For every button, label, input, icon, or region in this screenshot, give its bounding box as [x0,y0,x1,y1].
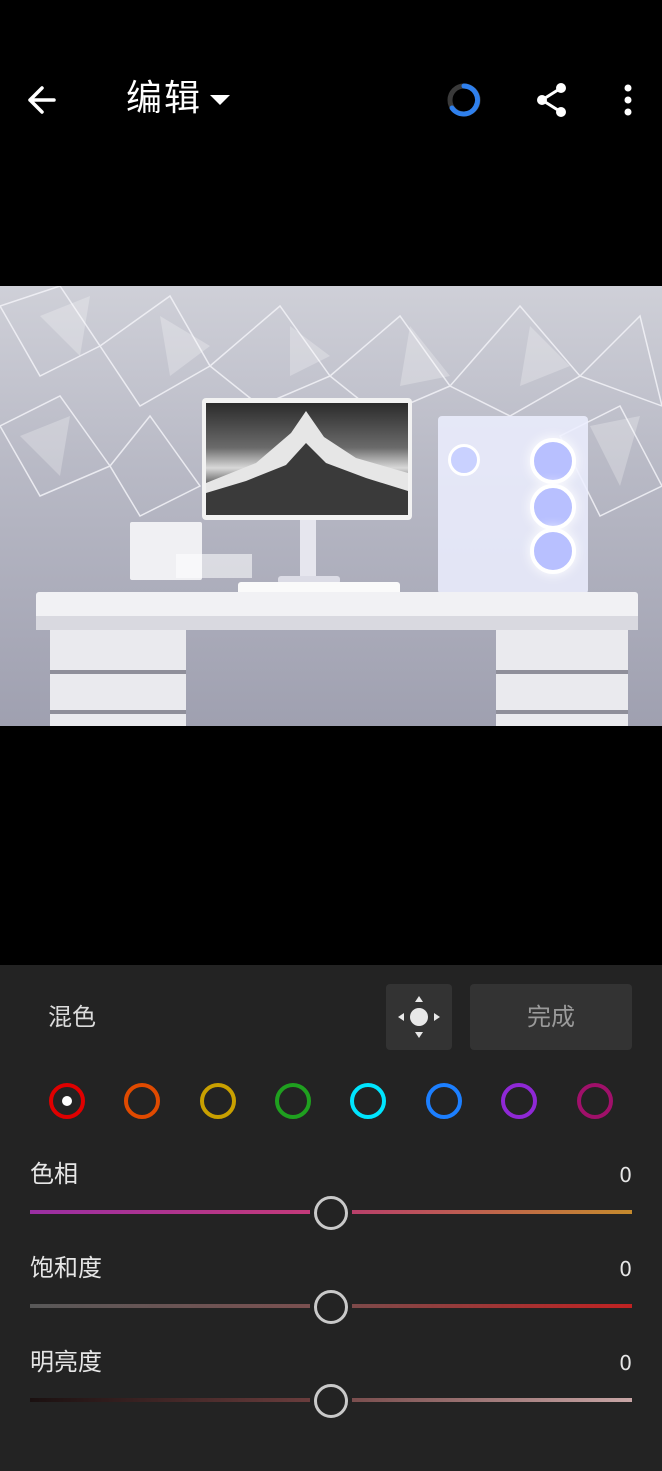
top-app-bar: 编辑 [0,0,662,200]
swatch-magenta[interactable] [577,1083,613,1119]
caret-down-icon[interactable] [210,95,230,105]
hue-value: 0 [619,1163,632,1187]
drawer-cabinet-left [50,630,186,726]
desk-edge [36,616,638,630]
hue-slider-thumb[interactable] [314,1196,348,1230]
swatch-aqua[interactable] [350,1083,386,1119]
monitor-screen [206,403,408,515]
saturation-value: 0 [619,1257,632,1281]
luminance-label: 明亮度 [30,1348,102,1376]
case-fan [530,484,576,530]
case-fan [530,528,576,574]
share-icon[interactable] [534,80,570,120]
luminance-value: 0 [619,1351,632,1375]
saturation-track-right [352,1304,632,1308]
page-title[interactable]: 编辑 [126,76,202,122]
drawer-cabinet-right [496,630,628,726]
drawer-divider [50,670,186,674]
done-button[interactable]: 完成 [470,984,632,1050]
saturation-track-left [30,1304,310,1308]
swatch-blue[interactable] [426,1083,462,1119]
luminance-track-left [30,1398,310,1402]
luminance-slider-thumb[interactable] [314,1384,348,1418]
desk-clock [176,554,252,578]
monitor-stand [300,520,316,582]
drawer-divider [496,710,628,714]
drawer-divider [50,710,186,714]
photo-preview[interactable] [0,286,662,726]
swatch-orange[interactable] [124,1083,160,1119]
target-adjust-icon [398,996,440,1038]
target-adjust-button[interactable] [386,984,452,1050]
saturation-slider-thumb[interactable] [314,1290,348,1324]
selected-indicator [62,1096,72,1106]
hue-label: 色相 [30,1160,78,1188]
arrow-left-icon[interactable] [22,80,66,120]
luminance-track-right [352,1398,632,1402]
swatch-red[interactable] [49,1083,85,1119]
drawer-divider [496,670,628,674]
section-label: 混色 [48,1003,96,1031]
loading-spinner-icon [446,82,482,118]
swatch-yellow[interactable] [200,1083,236,1119]
hue-track-right [352,1210,632,1214]
case-fan-small [448,444,480,476]
hue-track-left [30,1210,310,1214]
swatch-green[interactable] [275,1083,311,1119]
saturation-label: 饱和度 [30,1254,102,1282]
case-fan [530,438,576,484]
more-vertical-icon[interactable] [618,80,638,120]
swatch-purple[interactable] [501,1083,537,1119]
